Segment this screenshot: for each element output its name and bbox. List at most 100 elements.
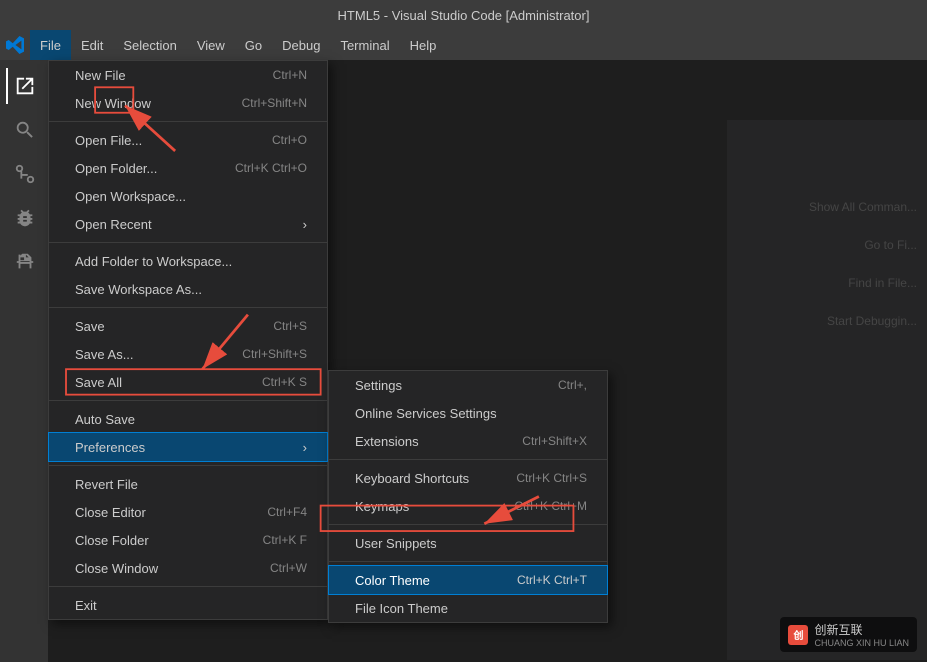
open-folder-shortcut: Ctrl+K Ctrl+O [235, 161, 307, 175]
menu-item-new-file[interactable]: New File Ctrl+N [49, 61, 327, 89]
watermark: 创 创新互联 CHUANG XIN HU LIAN [780, 617, 917, 652]
shortcut-start-debugging: Start Debuggin... [827, 314, 917, 328]
menu-item-close-folder[interactable]: Close Folder Ctrl+K F [49, 526, 327, 554]
activity-extensions[interactable] [6, 244, 42, 280]
menu-go[interactable]: Go [235, 30, 272, 60]
menu-item-save-workspace[interactable]: Save Workspace As... [49, 275, 327, 303]
file-menu-dropdown: New File Ctrl+N New Window Ctrl+Shift+N … [48, 60, 328, 620]
keyboard-shortcuts-label: Keyboard Shortcuts [355, 471, 496, 486]
menu-help[interactable]: Help [400, 30, 447, 60]
menu-item-open-folder[interactable]: Open Folder... Ctrl+K Ctrl+O [49, 154, 327, 182]
menu-item-save-all[interactable]: Save All Ctrl+K S [49, 368, 327, 396]
keyboard-shortcuts-shortcut: Ctrl+K Ctrl+S [516, 471, 587, 485]
settings-label: Settings [355, 378, 538, 393]
pref-keymaps[interactable]: Keymaps Ctrl+K Ctrl+M [329, 492, 607, 520]
save-all-label: Save All [75, 375, 242, 390]
menu-item-exit[interactable]: Exit [49, 591, 327, 619]
menu-item-close-editor[interactable]: Close Editor Ctrl+F4 [49, 498, 327, 526]
watermark-icon: 创 [788, 625, 808, 645]
menu-view-label: View [197, 38, 225, 53]
close-window-label: Close Window [75, 561, 250, 576]
pref-keyboard-shortcuts[interactable]: Keyboard Shortcuts Ctrl+K Ctrl+S [329, 464, 607, 492]
new-file-label: New File [75, 68, 253, 83]
activity-bar [0, 60, 48, 662]
window-title: HTML5 - Visual Studio Code [Administrato… [338, 8, 590, 23]
menu-selection[interactable]: Selection [113, 30, 186, 60]
pref-extensions[interactable]: Extensions Ctrl+Shift+X [329, 427, 607, 455]
close-editor-label: Close Editor [75, 505, 247, 520]
open-folder-label: Open Folder... [75, 161, 215, 176]
separator-2 [49, 242, 327, 243]
menu-help-label: Help [410, 38, 437, 53]
save-as-label: Save As... [75, 347, 222, 362]
extensions-label: Extensions [355, 434, 502, 449]
pref-color-theme[interactable]: Color Theme Ctrl+K Ctrl+T [329, 566, 607, 594]
title-bar: HTML5 - Visual Studio Code [Administrato… [0, 0, 927, 30]
shortcut-show-commands: Show All Comman... [809, 200, 917, 214]
activity-debug[interactable] [6, 200, 42, 236]
extensions-shortcut: Ctrl+Shift+X [522, 434, 587, 448]
menu-item-auto-save[interactable]: Auto Save [49, 405, 327, 433]
pref-user-snippets[interactable]: User Snippets [329, 529, 607, 557]
main-layout: information. Show All Comman... Go to Fi… [0, 60, 927, 662]
preferences-dropdown: Settings Ctrl+, Online Services Settings… [328, 370, 608, 623]
activity-search[interactable] [6, 112, 42, 148]
menu-view[interactable]: View [187, 30, 235, 60]
menu-terminal-label: Terminal [340, 38, 389, 53]
activity-explorer[interactable] [6, 68, 42, 104]
menu-debug[interactable]: Debug [272, 30, 330, 60]
keymaps-shortcut: Ctrl+K Ctrl+M [514, 499, 587, 513]
menu-go-label: Go [245, 38, 262, 53]
keymaps-label: Keymaps [355, 499, 494, 514]
menu-item-close-window[interactable]: Close Window Ctrl+W [49, 554, 327, 582]
new-window-label: New Window [75, 96, 222, 111]
menu-edit[interactable]: Edit [71, 30, 113, 60]
color-theme-label: Color Theme [355, 573, 497, 588]
menu-item-open-file[interactable]: Open File... Ctrl+O [49, 126, 327, 154]
open-recent-label: Open Recent [75, 217, 293, 232]
settings-shortcut: Ctrl+, [558, 378, 587, 392]
menu-item-new-window[interactable]: New Window Ctrl+Shift+N [49, 89, 327, 117]
menu-item-save-as[interactable]: Save As... Ctrl+Shift+S [49, 340, 327, 368]
save-workspace-label: Save Workspace As... [75, 282, 307, 297]
pref-settings[interactable]: Settings Ctrl+, [329, 371, 607, 399]
file-dropdown-container: New File Ctrl+N New Window Ctrl+Shift+N … [48, 60, 328, 620]
pref-online-services[interactable]: Online Services Settings [329, 399, 607, 427]
pref-sep-3 [329, 561, 607, 562]
watermark-pinyin: CHUANG XIN HU LIAN [814, 638, 909, 648]
exit-label: Exit [75, 598, 307, 613]
color-theme-shortcut: Ctrl+K Ctrl+T [517, 573, 587, 587]
menu-file[interactable]: File [30, 30, 71, 60]
activity-git[interactable] [6, 156, 42, 192]
menu-edit-label: Edit [81, 38, 103, 53]
menu-debug-label: Debug [282, 38, 320, 53]
revert-label: Revert File [75, 477, 307, 492]
open-recent-arrow: › [303, 217, 307, 232]
open-file-label: Open File... [75, 133, 252, 148]
menu-item-open-workspace[interactable]: Open Workspace... [49, 182, 327, 210]
pref-file-icon-theme[interactable]: File Icon Theme [329, 594, 607, 622]
close-folder-label: Close Folder [75, 533, 243, 548]
menu-item-add-folder[interactable]: Add Folder to Workspace... [49, 247, 327, 275]
close-folder-shortcut: Ctrl+K F [263, 533, 307, 547]
pref-sep-1 [329, 459, 607, 460]
save-label: Save [75, 319, 253, 334]
separator-6 [49, 586, 327, 587]
menu-file-label: File [40, 38, 61, 53]
close-editor-shortcut: Ctrl+F4 [267, 505, 307, 519]
right-shortcuts-panel: Show All Comman... Go to Fi... Find in F… [727, 120, 927, 660]
file-icon-theme-label: File Icon Theme [355, 601, 587, 616]
menu-terminal[interactable]: Terminal [330, 30, 399, 60]
menu-item-open-recent[interactable]: Open Recent › [49, 210, 327, 238]
menu-item-save[interactable]: Save Ctrl+S [49, 312, 327, 340]
save-as-shortcut: Ctrl+Shift+S [242, 347, 307, 361]
menu-selection-label: Selection [123, 38, 176, 53]
open-workspace-label: Open Workspace... [75, 189, 287, 204]
add-folder-label: Add Folder to Workspace... [75, 254, 307, 269]
separator-3 [49, 307, 327, 308]
preferences-arrow: › [303, 440, 307, 455]
menu-item-preferences[interactable]: Preferences › [49, 433, 327, 461]
shortcut-go-to-file: Go to Fi... [864, 238, 917, 252]
menu-bar: File Edit Selection View Go Debug Termin… [0, 30, 927, 60]
menu-item-revert[interactable]: Revert File [49, 470, 327, 498]
